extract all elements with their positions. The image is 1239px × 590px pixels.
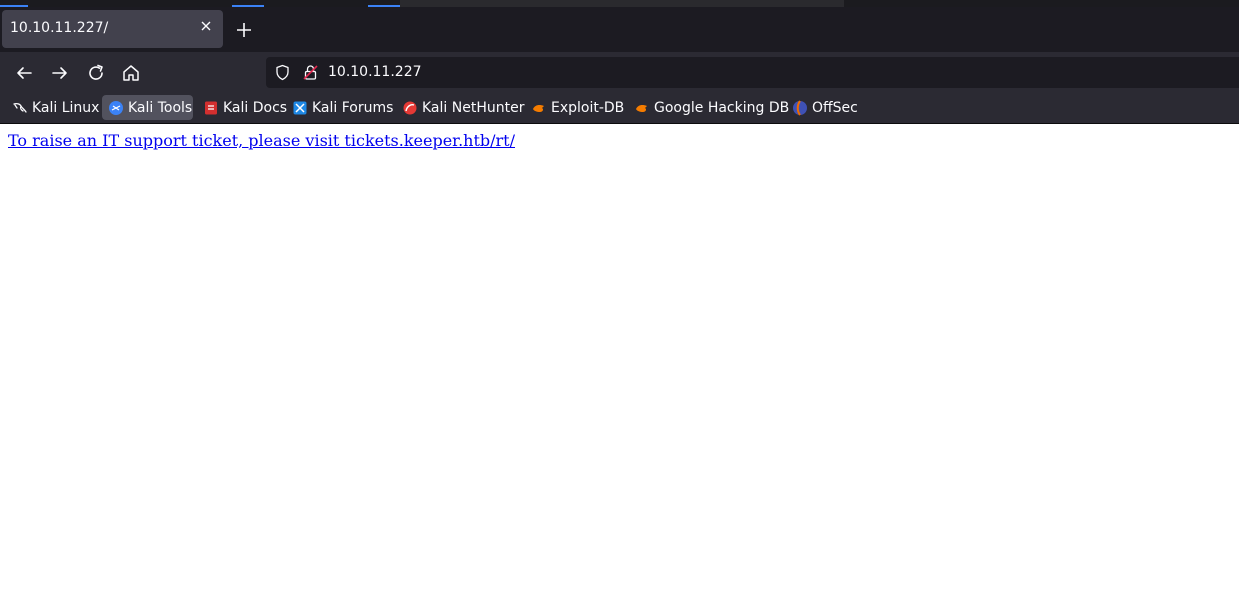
kali-tools-icon: [109, 100, 123, 115]
kali-nethunter-icon: [403, 101, 417, 114]
home-icon[interactable]: [120, 62, 142, 84]
reload-icon[interactable]: [85, 62, 107, 84]
address-bar[interactable]: 10.10.11.227: [266, 57, 1239, 88]
support-ticket-link[interactable]: To raise an IT support ticket, please vi…: [8, 131, 515, 150]
tab-active[interactable]: 10.10.11.227/: [2, 10, 223, 48]
close-icon[interactable]: [198, 18, 214, 34]
tab-bar: 10.10.11.227/: [0, 7, 1239, 52]
bookmark-kali-linux[interactable]: Kali Linux: [6, 95, 103, 120]
bookmark-label: Kali Tools: [128, 99, 193, 116]
new-tab-plus-icon[interactable]: [234, 20, 254, 40]
bookmark-exploit-db[interactable]: Exploit-DB: [525, 95, 628, 120]
navigation-toolbar: 10.10.11.227: [0, 52, 1239, 92]
offsec-icon: [793, 99, 807, 116]
back-arrow-icon[interactable]: [13, 62, 35, 84]
bookmark-label: Exploit-DB: [551, 99, 625, 116]
bookmark-google-hacking-db[interactable]: Google Hacking DB: [628, 95, 793, 120]
bookmark-kali-nethunter[interactable]: Kali NetHunter: [396, 95, 528, 120]
bookmark-offsec[interactable]: OffSec: [786, 95, 862, 120]
page-content: To raise an IT support ticket, please vi…: [0, 124, 1239, 590]
bookmark-label: OffSec: [812, 99, 858, 116]
tracking-protection-shield-icon[interactable]: [274, 64, 291, 81]
bookmarks-toolbar: Kali Linux Kali Tools Kali Docs Kali For…: [0, 92, 1239, 124]
tab-title: 10.10.11.227/: [10, 20, 109, 36]
bookmark-label: Kali Linux: [32, 99, 100, 116]
url-text[interactable]: 10.10.11.227: [328, 64, 422, 80]
taskbar-window-area: [400, 0, 844, 7]
kali-forums-icon: [293, 101, 307, 114]
bookmark-kali-forums[interactable]: Kali Forums: [286, 95, 397, 120]
bookmark-label: Kali Docs: [223, 99, 288, 116]
bookmark-label: Kali NetHunter: [422, 99, 525, 116]
insecure-lock-icon[interactable]: [302, 64, 319, 81]
bookmark-label: Kali Forums: [312, 99, 394, 116]
kali-docs-icon: [205, 101, 217, 114]
desktop-taskbar-strip: [0, 0, 1239, 7]
exploit-db-icon: [533, 104, 544, 112]
bookmark-label: Google Hacking DB: [654, 99, 790, 116]
forward-arrow-icon[interactable]: [49, 62, 71, 84]
bookmark-kali-tools[interactable]: Kali Tools: [102, 95, 193, 120]
kali-dragon-icon: [13, 102, 27, 113]
bookmark-kali-docs[interactable]: Kali Docs: [197, 95, 291, 120]
ghdb-icon: [636, 104, 647, 112]
